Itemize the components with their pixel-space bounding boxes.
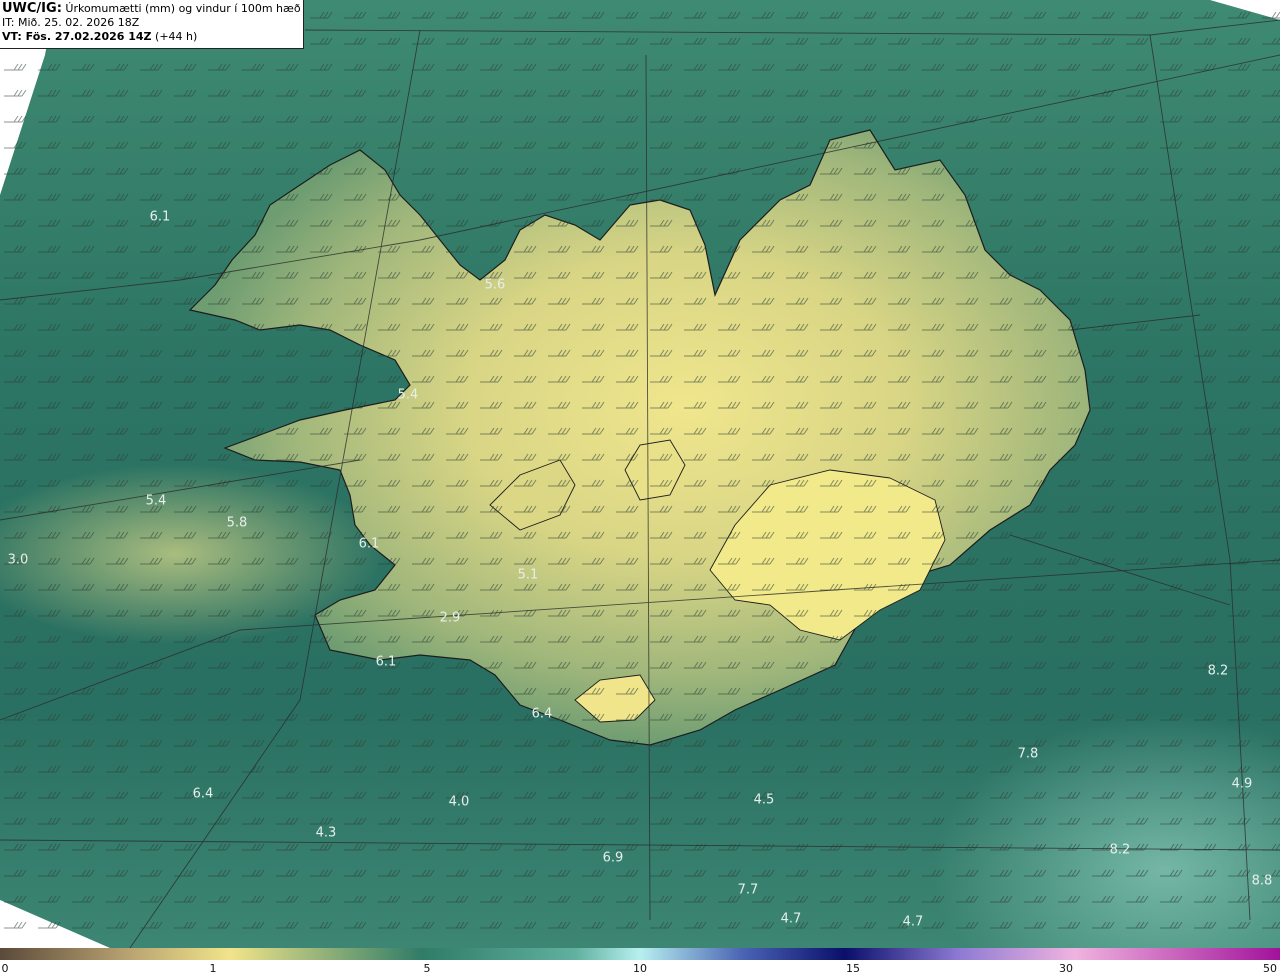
point-value: 4.9 xyxy=(1231,776,1253,792)
valid-time-line: VT: Fös. 27.02.2026 14Z (+44 h) xyxy=(2,30,303,44)
header-title-line: UWC/IG: Úrkomumætti (mm) og vindur í 100… xyxy=(2,2,303,16)
point-value: 5.4 xyxy=(397,387,419,403)
colorbar-tick: 30 xyxy=(1059,962,1073,975)
colorbar xyxy=(0,948,1280,960)
colorbar-tick: 15 xyxy=(846,962,860,975)
point-value: 3.0 xyxy=(7,552,29,568)
point-value: 7.8 xyxy=(1017,746,1039,762)
colorbar-gradient xyxy=(0,948,1280,960)
point-value: 6.1 xyxy=(375,654,397,670)
point-value: 5.8 xyxy=(226,515,248,531)
colorbar-tick: 50 xyxy=(1263,962,1277,975)
point-value: 6.9 xyxy=(602,850,624,866)
point-value: 4.7 xyxy=(780,911,802,927)
forecast-offset: (+44 h) xyxy=(155,30,198,43)
point-value: 4.5 xyxy=(753,792,775,808)
point-value: 6.4 xyxy=(531,706,553,722)
point-value: 6.4 xyxy=(192,786,214,802)
colorbar-tick: 1 xyxy=(209,962,217,975)
point-value: 4.7 xyxy=(902,914,924,930)
point-value: 8.8 xyxy=(1251,873,1273,889)
point-value: 8.2 xyxy=(1109,842,1131,858)
point-value: 5.4 xyxy=(145,493,167,509)
model-name: UWC/IG: xyxy=(2,1,62,16)
point-value: 4.3 xyxy=(315,825,337,841)
map-title: Úrkomumætti (mm) og vindur í 100m hæð xyxy=(65,2,301,15)
point-value: 2.9 xyxy=(439,610,461,626)
point-value: 8.2 xyxy=(1207,663,1229,679)
point-value: 5.1 xyxy=(517,567,539,583)
precipitation-map xyxy=(0,0,1280,948)
colorbar-tick: 0 xyxy=(1,962,9,975)
point-value: 7.7 xyxy=(737,882,759,898)
point-value: 6.1 xyxy=(149,209,171,225)
point-value: 4.0 xyxy=(448,794,470,810)
colorbar-tick: 10 xyxy=(633,962,647,975)
wind-barbs xyxy=(0,0,1280,948)
init-time: IT: Mið. 25. 02. 2026 18Z xyxy=(2,16,140,29)
valid-time: VT: Fös. 27.02.2026 14Z xyxy=(2,30,152,43)
point-value: 5.6 xyxy=(484,277,506,293)
colorbar-tick: 5 xyxy=(423,962,431,975)
map-header: UWC/IG: Úrkomumætti (mm) og vindur í 100… xyxy=(0,0,304,49)
point-value: 6.1 xyxy=(358,536,380,552)
